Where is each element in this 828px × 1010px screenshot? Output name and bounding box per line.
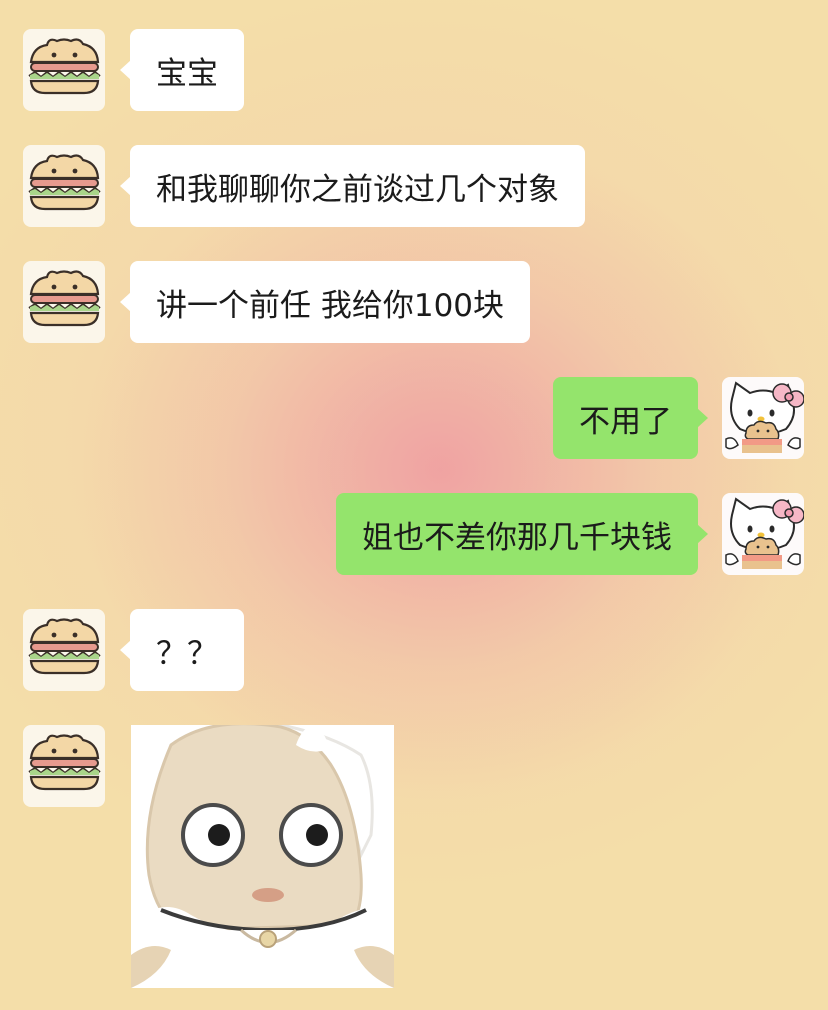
message-bubble-incoming[interactable]: 和我聊聊你之前谈过几个对象 <box>120 145 585 227</box>
hello-kitty-avatar[interactable] <box>722 493 804 575</box>
hello-kitty-icon <box>722 377 804 459</box>
staring-baby-image <box>131 725 394 988</box>
message-text: 不用了 <box>579 403 672 440</box>
message-bubble-outgoing[interactable]: 姐也不差你那几千块钱 <box>336 493 708 575</box>
hamburger-bear-avatar[interactable] <box>23 261 105 343</box>
message-text: 讲一个前任 我给你100块 <box>156 287 505 324</box>
hamburger-bear-icon <box>23 145 105 227</box>
hamburger-bear-icon <box>23 609 105 691</box>
message-bubble-incoming[interactable]: 讲一个前任 我给你100块 <box>119 261 531 343</box>
hamburger-bear-avatar[interactable] <box>23 609 105 691</box>
message-text: 和我聊聊你之前谈过几个对象 <box>156 171 559 208</box>
message-bubble-outgoing[interactable]: 不用了 <box>553 377 708 459</box>
hamburger-bear-avatar[interactable] <box>23 29 105 111</box>
hamburger-bear-icon <box>23 261 105 343</box>
staring-baby-sticker[interactable] <box>131 725 394 988</box>
message-text: ？？ <box>156 635 218 672</box>
message-bubble-incoming[interactable]: 宝宝 <box>120 29 244 111</box>
hello-kitty-icon <box>722 493 804 575</box>
hamburger-bear-avatar[interactable] <box>23 145 105 227</box>
hamburger-bear-icon <box>23 725 105 807</box>
hamburger-bear-icon <box>23 29 105 111</box>
message-text: 姐也不差你那几千块钱 <box>362 519 672 556</box>
hamburger-bear-avatar[interactable] <box>23 725 105 807</box>
message-text: 宝宝 <box>156 55 218 92</box>
message-bubble-incoming[interactable]: ？？ <box>120 609 244 691</box>
hello-kitty-avatar[interactable] <box>722 377 804 459</box>
